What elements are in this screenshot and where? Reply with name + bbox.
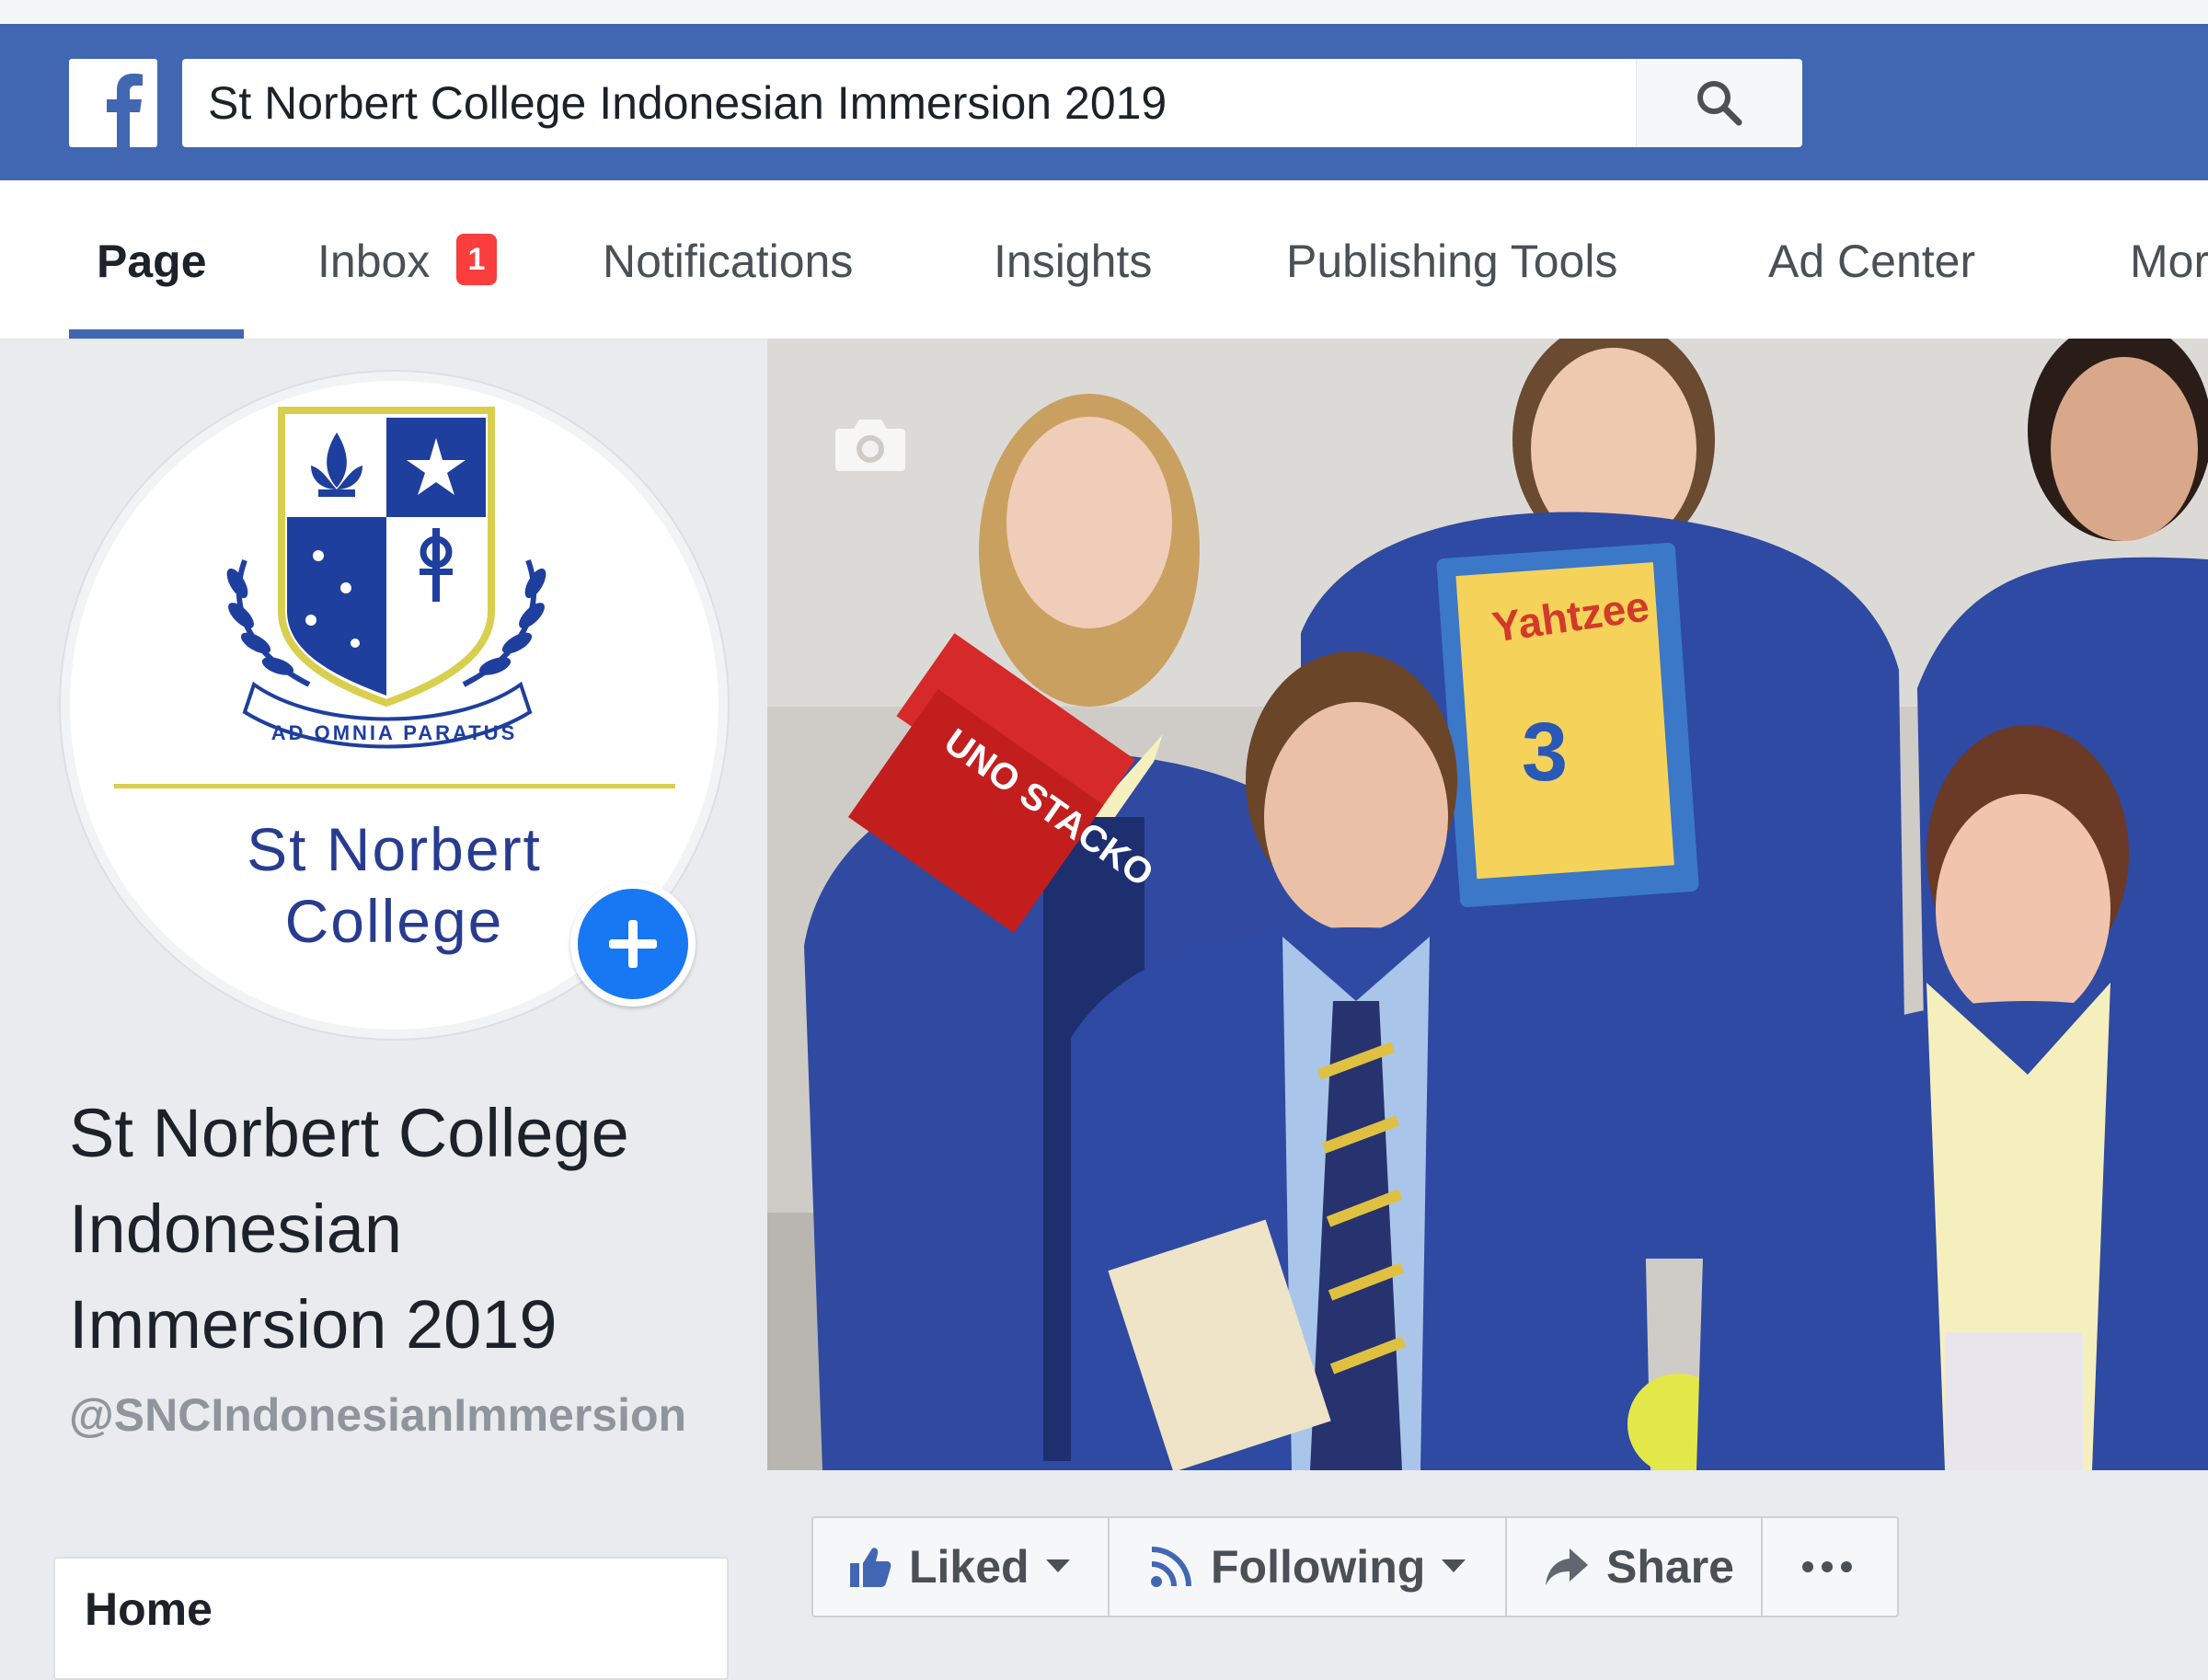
search-bar[interactable] [182,59,1802,147]
page-title[interactable]: St Norbert College Indonesian Immersion … [69,1086,731,1373]
game-box-number: 3 [1522,707,1568,799]
following-button[interactable]: Following [1148,1518,1466,1616]
tab-notifications[interactable]: Notifications [603,180,853,339]
share-button[interactable]: Share [1544,1518,1734,1616]
more-actions-button[interactable] [1801,1518,1853,1616]
page-action-bar: Liked Following Share [811,1516,1899,1617]
action-separator [1505,1518,1507,1616]
facebook-f-icon[interactable] [69,59,157,147]
liked-label: Liked [909,1541,1029,1593]
crest-motto: AD OMNIA PARATUS [270,721,518,744]
search-icon [1697,81,1742,126]
cover-photo-students: Yahtzee 3 UNO STACKO [767,339,2208,1470]
chevron-down-icon [1045,1559,1070,1572]
tab-page[interactable]: Page [97,180,207,339]
college-logo-name-line1: St Norbert [247,815,542,883]
action-separator [1108,1518,1110,1616]
search-input[interactable] [208,59,1616,147]
add-profile-picture-button[interactable] [570,881,696,1007]
cover-photo[interactable]: Yahtzee 3 UNO STACKO [767,339,2208,1470]
search-button[interactable] [1636,59,1802,147]
action-separator [1761,1518,1763,1616]
share-label: Share [1606,1541,1734,1593]
tab-inbox[interactable]: Inbox [317,180,430,339]
tab-inbox-label: Inbox [317,236,431,287]
rss-icon [1151,1547,1191,1587]
inbox-count-badge: 1 [456,234,497,285]
tab-ad-center[interactable]: Ad Center [1768,180,1975,339]
chevron-down-icon [1442,1559,1466,1572]
camera-icon[interactable] [834,416,907,473]
page-username[interactable]: @SNCIndonesianImmersion [69,1385,731,1445]
active-tab-indicator [69,329,244,339]
browser-top-strip [0,0,2208,24]
tab-more[interactable]: More [2130,180,2208,339]
thumbs-up-icon [850,1548,891,1587]
tab-insights[interactable]: Insights [994,180,1152,339]
following-label: Following [1211,1541,1426,1593]
liked-button[interactable]: Liked [848,1518,1070,1616]
more-dots-icon [1802,1561,1852,1572]
sidebar-item-home[interactable]: Home [85,1559,213,1660]
plus-icon [609,920,657,968]
page-tabs-bar: Page Inbox 1 Notifications Insights Publ… [0,180,2208,339]
share-arrow-icon [1546,1548,1588,1585]
tab-publishing-tools[interactable]: Publishing Tools [1286,180,1617,339]
left-nav-card: Home [53,1557,729,1680]
